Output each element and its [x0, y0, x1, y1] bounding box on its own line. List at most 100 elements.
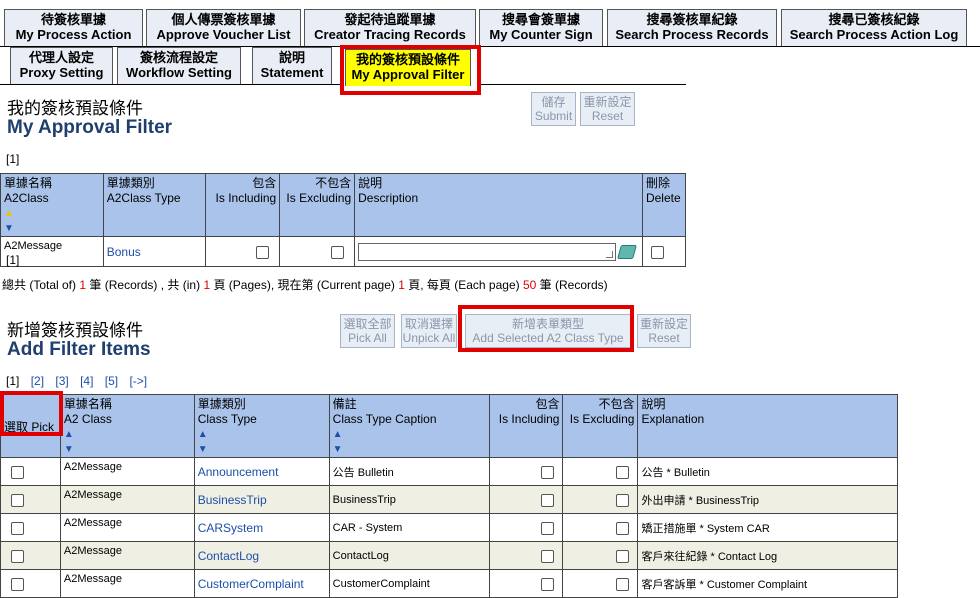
- excluding-checkbox[interactable]: [616, 577, 630, 591]
- col-label-zh: 單據類別: [106, 176, 155, 190]
- type-link[interactable]: BusinessTrip: [198, 493, 267, 507]
- col-is-excluding: 不包含 Is Excluding: [279, 173, 356, 237]
- page-current: [1]: [6, 152, 20, 166]
- including-checkbox[interactable]: [540, 521, 554, 535]
- cell-explanation: 客戶客訴單 * Customer Complaint: [637, 569, 898, 598]
- tab-approve-voucher-list[interactable]: 個人傳票簽核單據 Approve Voucher List: [146, 9, 301, 46]
- cell-caption: 公告 Bulletin: [328, 457, 490, 486]
- pick-checkbox[interactable]: [11, 521, 24, 535]
- excluding-checkbox[interactable]: [616, 465, 630, 479]
- col-class-type[interactable]: 單據類別 Class Type ▲ ▼: [193, 394, 330, 458]
- including-checkbox[interactable]: [540, 549, 554, 563]
- sort-down-icon[interactable]: ▼: [198, 442, 326, 457]
- tab-creator-tracing-records[interactable]: 發起待追蹤單據 Creator Tracing Records: [304, 9, 476, 46]
- col-label-zh: 單據名稱: [63, 397, 112, 411]
- cell-a2class: A2Message: [59, 457, 195, 486]
- type-link[interactable]: Announcement: [198, 465, 279, 479]
- records-summary: 總共 (Total of) 1 筆 (Records) , 共 (in) 1 頁…: [2, 276, 608, 293]
- summary-each: 50: [522, 278, 537, 292]
- sort-up-icon[interactable]: ▲: [198, 427, 326, 442]
- cell-including: [488, 485, 564, 514]
- tab-label-zh: 搜尋已簽核紀錄: [828, 12, 920, 27]
- sort-down-icon[interactable]: ▼: [64, 442, 191, 457]
- sort-up-icon[interactable]: ▲: [4, 206, 100, 221]
- reset-button[interactable]: 重新設定 Reset: [580, 92, 635, 126]
- cell-explanation: 公告 * Bulletin: [637, 457, 898, 486]
- col-label-zh: 包含: [535, 397, 560, 411]
- type-link[interactable]: ContactLog: [198, 549, 259, 563]
- including-checkbox[interactable]: [540, 577, 554, 591]
- cell-excluding: [562, 485, 639, 514]
- cell-a2class: A2Message: [59, 541, 195, 570]
- pick-checkbox[interactable]: [11, 577, 24, 591]
- sort-down-icon[interactable]: ▼: [4, 221, 100, 236]
- cell-type: Bonus: [102, 236, 207, 267]
- tab-search-process-action-log[interactable]: 搜尋已簽核紀錄 Search Process Action Log: [781, 9, 967, 46]
- col-label-en: Is Including: [498, 412, 560, 426]
- page-link[interactable]: [5]: [105, 374, 118, 388]
- page-link[interactable]: [3]: [55, 374, 68, 388]
- tab-label-zh: 發起待追蹤單據: [344, 12, 436, 27]
- col-explanation: 說明 Explanation: [637, 394, 898, 458]
- summary-total: 1: [79, 278, 87, 292]
- tab-label-en: Search Process Records: [615, 27, 769, 42]
- type-link[interactable]: Bonus: [107, 245, 141, 259]
- summary-text: 筆 (Records) , 共 (in): [89, 278, 201, 292]
- table-row: A2Message Bonus: [0, 236, 687, 267]
- unpick-all-button[interactable]: 取消選擇 Unpick All: [401, 314, 457, 348]
- submit-button[interactable]: 儲存 Submit: [531, 92, 576, 126]
- including-checkbox[interactable]: [540, 465, 554, 479]
- col-label-en: Class Type Caption: [332, 412, 437, 426]
- reset-label-zh: 重新設定: [639, 317, 688, 331]
- delete-checkbox[interactable]: [650, 245, 664, 259]
- summary-pages: 1: [203, 278, 211, 292]
- tab-label-en: Proxy Setting: [19, 65, 104, 80]
- pick-checkbox[interactable]: [11, 549, 24, 563]
- type-link[interactable]: CARSystem: [198, 521, 263, 535]
- col-a2-class[interactable]: 單據名稱 A2 Class ▲ ▼: [59, 394, 195, 458]
- excluding-checkbox[interactable]: [616, 521, 630, 535]
- cell-type: CARSystem: [193, 513, 330, 542]
- tab-my-counter-sign[interactable]: 搜尋會簽單據 My Counter Sign: [479, 9, 603, 46]
- sort-up-icon[interactable]: ▲: [333, 427, 486, 442]
- edit-icon[interactable]: [617, 244, 638, 259]
- excluding-checkbox[interactable]: [616, 493, 630, 507]
- col-a2class[interactable]: 單據名稱 A2Class ▲ ▼: [0, 173, 104, 237]
- cell-explanation: 客戶來往紀錄 * Contact Log: [637, 541, 898, 570]
- tab-workflow-setting[interactable]: 簽核流程設定 Workflow Setting: [117, 47, 241, 84]
- reset-filter-button[interactable]: 重新設定 Reset: [637, 314, 691, 348]
- tab-search-process-records[interactable]: 搜尋簽核單紀錄 Search Process Records: [607, 9, 777, 46]
- cell-including: [205, 236, 281, 267]
- cell-including: [488, 541, 564, 570]
- pick-checkbox[interactable]: [11, 493, 24, 507]
- cell-explanation: 外出申請 * BusinessTrip: [637, 485, 898, 514]
- section1-pager-top: [1]: [6, 152, 19, 166]
- page-next-link[interactable]: [->]: [129, 374, 147, 388]
- pick-all-button[interactable]: 選取全部 Pick All: [340, 314, 395, 348]
- col-label-zh: 不包含: [315, 176, 352, 190]
- cell-caption: CustomerComplaint: [328, 569, 490, 598]
- sort-down-icon[interactable]: ▼: [333, 442, 486, 457]
- tab-statement[interactable]: 說明 Statement: [252, 47, 332, 84]
- page-link[interactable]: [2]: [31, 374, 44, 388]
- tab-proxy-setting[interactable]: 代理人設定 Proxy Setting: [10, 47, 113, 84]
- including-checkbox[interactable]: [540, 493, 554, 507]
- col-label-en: A2Class Type: [106, 191, 181, 205]
- excluding-checkbox[interactable]: [330, 245, 344, 259]
- tab-label-zh: 搜尋會簽單據: [501, 12, 580, 27]
- including-checkbox[interactable]: [256, 245, 270, 259]
- col-label-zh: 備註: [332, 397, 357, 411]
- summary-text: 筆 (Records): [539, 278, 608, 292]
- description-input[interactable]: [358, 242, 617, 261]
- type-link[interactable]: CustomerComplaint: [198, 577, 304, 591]
- col-label-en: Description: [358, 191, 419, 205]
- pick-checkbox[interactable]: [11, 465, 24, 479]
- tab-my-process-action[interactable]: 待簽核單據 My Process Action: [4, 9, 143, 46]
- page-link[interactable]: [4]: [80, 374, 93, 388]
- excluding-checkbox[interactable]: [616, 549, 630, 563]
- sort-up-icon[interactable]: ▲: [64, 427, 191, 442]
- col-label-zh: 說明: [358, 176, 383, 190]
- cell-pick: [0, 513, 61, 542]
- col-label-en: Explanation: [641, 412, 705, 426]
- col-class-type-caption[interactable]: 備註 Class Type Caption ▲ ▼: [328, 394, 490, 458]
